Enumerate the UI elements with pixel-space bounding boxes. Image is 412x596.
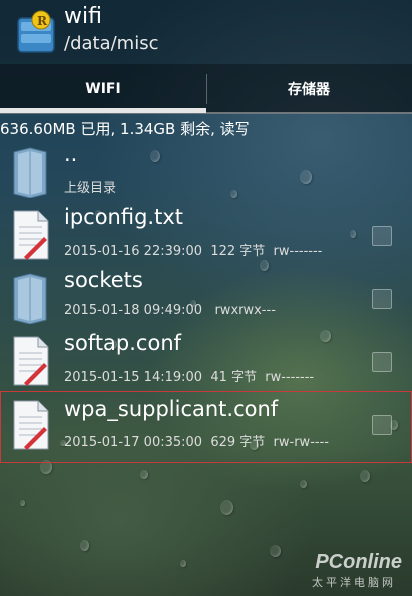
- file-meta: 2015-01-15 14:19:00 41 字节 rw-------: [64, 370, 315, 385]
- file-name: softap.conf: [64, 331, 182, 355]
- watermark-subtitle: 太平洋电脑网: [312, 576, 396, 589]
- document-icon: [10, 209, 52, 261]
- watermark-logo: PConline: [315, 551, 402, 573]
- title-bar: R wifi /data/misc: [0, 0, 412, 64]
- file-name: ipconfig.txt: [64, 205, 183, 229]
- select-checkbox[interactable]: [372, 415, 392, 435]
- file-name: ..: [64, 142, 78, 166]
- document-icon: [10, 399, 52, 451]
- file-name: wpa_supplicant.conf: [64, 397, 279, 421]
- file-name: sockets: [64, 268, 143, 292]
- list-item-softap[interactable]: softap.conf 2015-01-15 14:19:00 41 字节 rw…: [0, 329, 412, 391]
- select-checkbox[interactable]: [372, 352, 392, 372]
- file-meta: 上级目录: [64, 181, 117, 196]
- file-meta: 2015-01-17 00:35:00 629 字节 rw-rw----: [64, 435, 329, 450]
- storage-status: 636.60MB 已用, 1.34GB 剩余, 读写: [0, 120, 250, 138]
- tab-storage[interactable]: 存储器: [206, 64, 412, 114]
- tab-wifi[interactable]: WIFI: [0, 64, 206, 114]
- folder-icon: [10, 146, 52, 199]
- select-checkbox[interactable]: [372, 226, 392, 246]
- document-icon: [10, 335, 52, 387]
- list-item-sockets[interactable]: sockets 2015-01-18 09:49:00 rwxrwx---: [0, 266, 412, 328]
- active-tab-indicator: [0, 108, 206, 113]
- svg-text:R: R: [37, 14, 48, 28]
- list-item-parent-directory[interactable]: .. 上级目录: [0, 140, 412, 202]
- file-meta: 2015-01-18 09:49:00 rwxrwx---: [64, 303, 276, 318]
- tab-bar: WIFI 存储器: [0, 64, 412, 114]
- list-item-ipconfig[interactable]: ipconfig.txt 2015-01-16 22:39:00 122 字节 …: [0, 203, 412, 265]
- folder-icon: [10, 272, 52, 325]
- select-checkbox[interactable]: [372, 289, 392, 309]
- list-item-wpa-supplicant[interactable]: wpa_supplicant.conf 2015-01-17 00:35:00 …: [0, 391, 412, 463]
- file-meta: 2015-01-16 22:39:00 122 字节 rw-------: [64, 244, 323, 259]
- app-logo-icon[interactable]: R: [16, 10, 56, 54]
- directory-path: /data/misc: [64, 33, 159, 54]
- directory-title: wifi: [64, 4, 102, 29]
